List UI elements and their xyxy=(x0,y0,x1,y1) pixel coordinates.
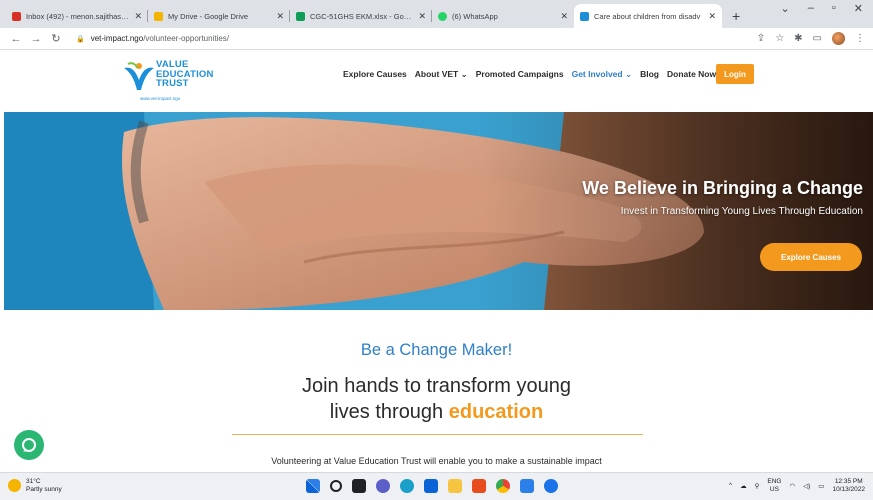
windows-start-icon[interactable] xyxy=(306,479,320,493)
task-view-icon[interactable] xyxy=(352,479,366,493)
minimize-button[interactable]: – xyxy=(808,2,814,15)
hero-banner: We Believe in Bringing a Change Invest i… xyxy=(4,112,873,310)
search-icon[interactable] xyxy=(330,480,342,492)
chevron-down-icon: ⌄ xyxy=(624,69,633,79)
chat-widget-button[interactable] xyxy=(14,430,44,460)
tab-title: CGC-51GHS EKM.xlsx - Google Sh xyxy=(310,11,414,21)
headline-accent: education xyxy=(448,401,544,423)
chat-app-icon[interactable] xyxy=(376,479,390,493)
whatsapp-icon xyxy=(438,11,447,21)
logo-url: www.vet-impact.ngo xyxy=(140,96,181,101)
explore-causes-button[interactable]: Explore Causes xyxy=(760,243,862,271)
browser-tab-sheets[interactable]: CGC-51GHS EKM.xlsx - Google Sh ✕ xyxy=(290,4,432,28)
section-intro: Volunteering at Value Education Trust wi… xyxy=(271,456,602,466)
reload-button[interactable]: ↻ xyxy=(48,32,64,45)
close-icon[interactable]: ✕ xyxy=(418,11,426,22)
language-indicator[interactable]: ENG US xyxy=(767,478,781,493)
sheets-icon xyxy=(296,11,305,21)
url-input[interactable]: 🔒 vet-impact.ngo/volunteer-opportunities… xyxy=(68,31,757,47)
close-icon[interactable]: ✕ xyxy=(134,11,142,22)
store-icon[interactable] xyxy=(520,479,534,493)
system-tray: ^ ☁ ⚲ ENG US ◠ ◁) ▭ 12:35 PM 10/13/2022 xyxy=(729,478,865,493)
drive-icon xyxy=(154,11,163,21)
hero-title: We Believe in Bringing a Change xyxy=(582,178,863,198)
nav-donate-now[interactable]: Donate Now xyxy=(667,69,716,80)
mail-icon[interactable] xyxy=(424,479,438,493)
nav-get-involved[interactable]: Get Involved ⌄ xyxy=(572,69,633,80)
sun-icon xyxy=(8,479,21,492)
logo-text: VALUE EDUCATION TRUST xyxy=(156,59,214,89)
usb-icon[interactable]: ⚲ xyxy=(755,482,760,490)
chrome-icon[interactable] xyxy=(496,479,510,493)
section-divider xyxy=(232,434,643,435)
side-panel-icon[interactable]: ▭ xyxy=(813,33,822,44)
tab-title: Care about children from disadv xyxy=(594,11,701,21)
browser-tab-gmail[interactable]: Inbox (492) - menon.sajithas@g ✕ xyxy=(6,4,148,28)
browser-tab-drive[interactable]: My Drive - Google Drive ✕ xyxy=(148,4,290,28)
site-header: VALUE EDUCATION TRUST www.vet-impact.ngo… xyxy=(0,50,873,112)
os-taskbar: 31°C Partly sunny ^ ☁ ⚲ ENG US ◠ ◁) ▭ 12… xyxy=(0,472,873,500)
photos-icon[interactable] xyxy=(544,479,558,493)
chat-bubble-icon xyxy=(22,438,36,452)
site-logo[interactable]: VALUE EDUCATION TRUST www.vet-impact.ngo xyxy=(122,58,214,104)
address-bar: ← → ↻ 🔒 vet-impact.ngo/volunteer-opportu… xyxy=(0,28,873,50)
extensions-icon[interactable]: ✱ xyxy=(794,33,802,44)
chevron-down-icon: ⌄ xyxy=(460,69,468,79)
nav-about-vet[interactable]: About VET ⌄ xyxy=(415,69,468,80)
battery-icon[interactable]: ▭ xyxy=(818,482,824,490)
clock[interactable]: 12:35 PM 10/13/2022 xyxy=(832,478,865,493)
gmail-icon xyxy=(12,11,21,21)
menu-icon[interactable]: ⋮ xyxy=(855,33,865,44)
back-button[interactable]: ← xyxy=(8,33,24,45)
maximize-button[interactable]: ▫ xyxy=(832,2,836,15)
close-window-button[interactable]: ✕ xyxy=(854,2,863,15)
forward-button[interactable]: → xyxy=(28,33,44,45)
bookmark-star-icon[interactable]: ☆ xyxy=(775,33,784,44)
logo-mark-icon xyxy=(124,62,154,90)
volume-icon[interactable]: ◁) xyxy=(803,482,810,490)
chevron-up-icon[interactable]: ^ xyxy=(729,482,732,489)
nav-blog[interactable]: Blog xyxy=(640,69,659,80)
file-explorer-icon[interactable] xyxy=(448,479,462,493)
office-icon[interactable] xyxy=(472,479,486,493)
tab-title: Inbox (492) - menon.sajithas@g xyxy=(26,11,131,21)
main-nav: Explore Causes About VET ⌄ Promoted Camp… xyxy=(343,69,716,80)
close-icon[interactable]: ✕ xyxy=(560,11,568,22)
url-path: /volunteer-opportunities/ xyxy=(143,34,230,43)
edge-icon[interactable] xyxy=(400,479,414,493)
vet-icon xyxy=(580,11,589,21)
close-icon[interactable]: ✕ xyxy=(708,11,716,22)
taskbar-pinned-apps xyxy=(306,479,558,493)
window-controls: ⌄ – ▫ ✕ xyxy=(781,2,873,15)
browser-tab-bar: Inbox (492) - menon.sajithas@g ✕ My Driv… xyxy=(0,0,873,28)
login-button[interactable]: Login xyxy=(716,64,754,84)
profile-avatar[interactable] xyxy=(832,32,845,45)
new-tab-button[interactable]: + xyxy=(722,8,750,28)
lock-icon: 🔒 xyxy=(76,35,85,43)
browser-tab-whatsapp[interactable]: (6) WhatsApp ✕ xyxy=(432,4,574,28)
tab-search-icon[interactable]: ⌄ xyxy=(781,2,790,15)
browser-tab-vet[interactable]: Care about children from disadv ✕ xyxy=(574,4,722,28)
wifi-icon[interactable]: ◠ xyxy=(789,482,795,490)
hero-subtitle: Invest in Transforming Young Lives Throu… xyxy=(620,206,863,217)
nav-promoted-campaigns[interactable]: Promoted Campaigns xyxy=(476,69,564,80)
close-icon[interactable]: ✕ xyxy=(276,11,284,22)
cloud-icon[interactable]: ☁ xyxy=(740,482,747,490)
weather-widget[interactable]: 31°C Partly sunny xyxy=(8,478,62,493)
section-tagline: Be a Change Maker! xyxy=(360,341,513,359)
share-icon[interactable]: ⇪ xyxy=(757,33,765,44)
tab-title: My Drive - Google Drive xyxy=(168,11,249,21)
url-host: vet-impact.ngo xyxy=(90,34,144,43)
tab-title: (6) WhatsApp xyxy=(452,11,498,21)
section-headline: Join hands to transform young lives thro… xyxy=(301,375,572,423)
nav-explore-causes[interactable]: Explore Causes xyxy=(343,69,407,80)
